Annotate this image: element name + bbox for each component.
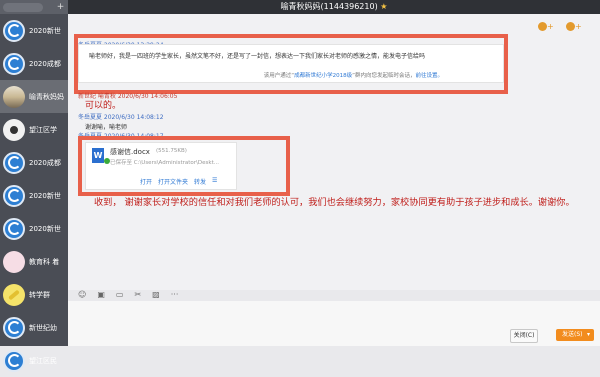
image-icon[interactable]: ▣ (97, 290, 105, 299)
message-sender: 冬岳夏夏 2020/6/30 14:08:12 (78, 114, 164, 121)
avatar (3, 316, 25, 339)
conversation-item[interactable]: 2020新世 (0, 179, 68, 212)
member-icon[interactable]: + (538, 22, 554, 31)
conversation-item[interactable]: 新世纪幼 (0, 311, 68, 344)
conversation-sidebar: + 2020新世 2020成都 喻青秋妈妈 望江区学 2020成都 2020新世… (0, 0, 68, 372)
add-member-icon[interactable]: + (566, 22, 582, 31)
conversation-name: 2020新世 (29, 26, 61, 35)
conversation-item[interactable]: 2020成都 (0, 47, 68, 80)
conversation-name: 2020成都 (29, 59, 61, 68)
highlight-box (74, 34, 508, 94)
avatar (3, 283, 25, 306)
dropdown-icon[interactable]: ▾ (587, 329, 590, 341)
highlight-box (78, 136, 290, 196)
message-text: 可以的。 (85, 101, 122, 111)
add-icon[interactable]: + (56, 2, 65, 12)
avatar (3, 151, 25, 174)
conversation-item[interactable]: 2020新世 (0, 212, 68, 245)
cut-icon[interactable]: ✂ (134, 290, 141, 299)
conversation-item-active[interactable]: 喻青秋妈妈 (0, 80, 68, 113)
search-input[interactable] (3, 2, 43, 12)
conversation-item[interactable]: 望江区民 (0, 344, 68, 377)
avatar (3, 85, 25, 108)
avatar (3, 250, 25, 273)
more-icon[interactable]: ··· (171, 290, 179, 299)
conversation-name: 2020成都 (29, 158, 61, 167)
conversation-item[interactable]: 教育科 着 (0, 245, 68, 278)
picture-icon[interactable]: ▨ (152, 290, 160, 299)
conversation-item[interactable]: 2020新世 (0, 14, 68, 47)
input-toolbar: ☺ ▣ ▭ ✂ ▨ ··· (68, 287, 600, 301)
star-icon: ★ (380, 2, 388, 11)
conversation-name: 教育科 着 (29, 257, 60, 266)
avatar (3, 217, 25, 240)
avatar (3, 349, 25, 372)
conversation-item[interactable]: 望江区学 (0, 113, 68, 146)
avatar (3, 184, 25, 207)
conversation-name: 转学群 (29, 290, 50, 299)
avatar (3, 19, 25, 42)
conversation-name: 望江区民 (29, 356, 57, 365)
message-text: 谢谢喻，喻老师 (85, 124, 128, 131)
conversation-name: 喻青秋妈妈 (29, 92, 64, 101)
window-title: 喻青秋妈妈(1144396210) (280, 2, 378, 11)
conversation-name: 望江区学 (29, 125, 57, 134)
emoji-icon[interactable]: ☺ (78, 290, 86, 299)
close-button[interactable]: 关闭(C) (510, 329, 538, 343)
conversation-item[interactable]: 2020成都 (0, 146, 68, 179)
sidebar-header: + (0, 0, 68, 14)
send-button[interactable]: 发送(S) ▾ (556, 329, 594, 341)
conversation-item[interactable]: 转学群 (0, 278, 68, 311)
screenshot-icon[interactable]: ▭ (116, 290, 124, 299)
reply-text: 收到， 谢谢家长对学校的信任和对我们老师的认可，我们也会继续努力，家校协同更有助… (94, 197, 575, 208)
conversation-name: 2020新世 (29, 191, 61, 200)
conversation-name: 新世纪幼 (29, 323, 57, 332)
avatar (3, 52, 25, 75)
conversation-name: 2020新世 (29, 224, 61, 233)
window-titlebar: 喻青秋妈妈(1144396210) ★ (68, 0, 600, 14)
avatar (3, 118, 25, 141)
